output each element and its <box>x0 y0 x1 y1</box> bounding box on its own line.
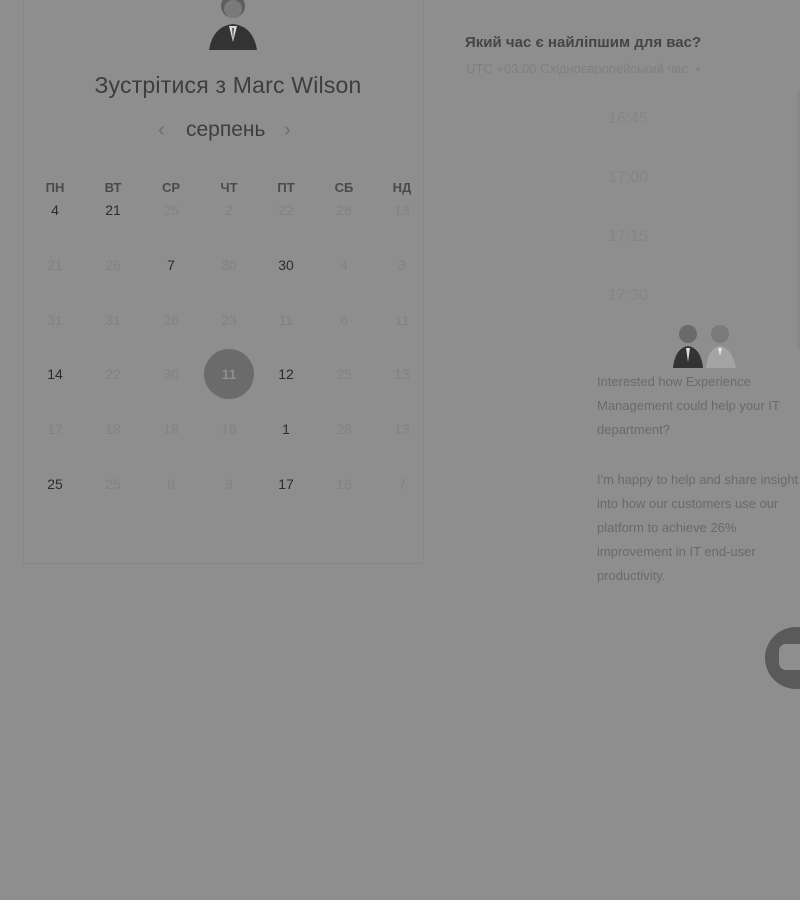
time-slot[interactable]: 17:30 <box>608 287 648 305</box>
chat-launcher-button[interactable] <box>765 627 800 689</box>
chat-message: I'm happy to help and share insight into… <box>597 472 799 583</box>
calendar-day: 13 <box>394 421 410 437</box>
calendar-day: 13 <box>394 202 410 218</box>
calendar-day: 17 <box>47 421 63 437</box>
calendar-day: 28 <box>336 421 352 437</box>
calendar-day: 7 <box>398 476 406 492</box>
caret-down-icon: ▼ <box>693 65 702 75</box>
calendar-day[interactable]: 17 <box>266 472 306 496</box>
calendar-day[interactable]: 12 <box>266 362 306 386</box>
chevron-left-icon[interactable]: ‹ <box>158 118 165 142</box>
calendar-day: 6 <box>340 312 348 328</box>
calendar-day[interactable]: 30 <box>266 253 306 277</box>
calendar-day[interactable]: 7 <box>151 253 191 277</box>
month-label: серпень <box>186 118 266 141</box>
calendar-day: 9 <box>225 476 233 492</box>
calendar-day: 28 <box>336 202 352 218</box>
calendar-day: 18 <box>105 421 121 437</box>
weekday-label: ПН <box>45 180 65 195</box>
calendar-day: 25 <box>163 202 179 218</box>
weekday-label: СР <box>161 180 181 195</box>
weekday-label: НД <box>392 180 412 195</box>
calendar-day[interactable]: 14 <box>35 362 75 386</box>
timezone-selector[interactable]: UTC +03:00 Східноєвропейський час ▼ <box>466 61 702 76</box>
weekday-label: ЧТ <box>220 180 238 195</box>
timezone-label: UTC +03:00 Східноєвропейський час <box>466 61 688 76</box>
page-title: Зустрітися з Marc Wilson <box>94 72 362 98</box>
chevron-right-icon[interactable]: › <box>284 118 291 142</box>
calendar-day: 21 <box>47 257 63 273</box>
calendar-day: 31 <box>47 312 63 328</box>
calendar-day: 18 <box>163 421 179 437</box>
calendar-day: 25 <box>336 366 352 382</box>
weekday-label: ВТ <box>104 180 122 195</box>
calendar-day: 4 <box>340 257 348 273</box>
calendar-day: 30 <box>221 257 237 273</box>
calendar-day: 30 <box>163 366 179 382</box>
calendar-day: 11 <box>394 312 410 328</box>
selected-date[interactable]: 11 <box>204 349 254 399</box>
calendar-day[interactable]: 4 <box>35 198 75 222</box>
weekday-label: ПТ <box>277 180 295 195</box>
calendar-day: 13 <box>394 366 410 382</box>
calendar-day: 8 <box>167 476 175 492</box>
time-question: Який час є найліпшим для вас? <box>465 34 702 51</box>
calendar-day: 25 <box>105 476 121 492</box>
chat-message: Interested how Experience Management cou… <box>597 374 780 437</box>
calendar-day[interactable]: 21 <box>93 198 133 222</box>
calendar-day: 16 <box>336 476 352 492</box>
time-slot[interactable]: 17:15 <box>608 228 648 246</box>
time-slot[interactable]: 16:45 <box>608 110 648 128</box>
calendar-day: 2 <box>225 202 233 218</box>
calendar-day: 11 <box>278 312 294 328</box>
calendar-day[interactable]: 1 <box>266 417 306 441</box>
calendar-day: 22 <box>105 366 121 382</box>
calendar-day: 31 <box>105 312 121 328</box>
calendar-day: 26 <box>105 257 121 273</box>
weekday-label: СБ <box>334 180 354 195</box>
chat-bubble-icon <box>779 644 800 670</box>
calendar-day: 3 <box>398 257 406 273</box>
month-navigator: ‹ серпень › <box>150 116 310 148</box>
chat-agents-avatar <box>673 325 736 368</box>
calendar-day: 26 <box>163 312 179 328</box>
calendar-day: 22 <box>278 202 294 218</box>
host-avatar <box>209 0 257 50</box>
calendar-day[interactable]: 25 <box>35 472 75 496</box>
calendar-day: 16 <box>221 421 237 437</box>
calendar-day: 23 <box>221 312 237 328</box>
time-slot[interactable]: 17:00 <box>608 169 648 187</box>
